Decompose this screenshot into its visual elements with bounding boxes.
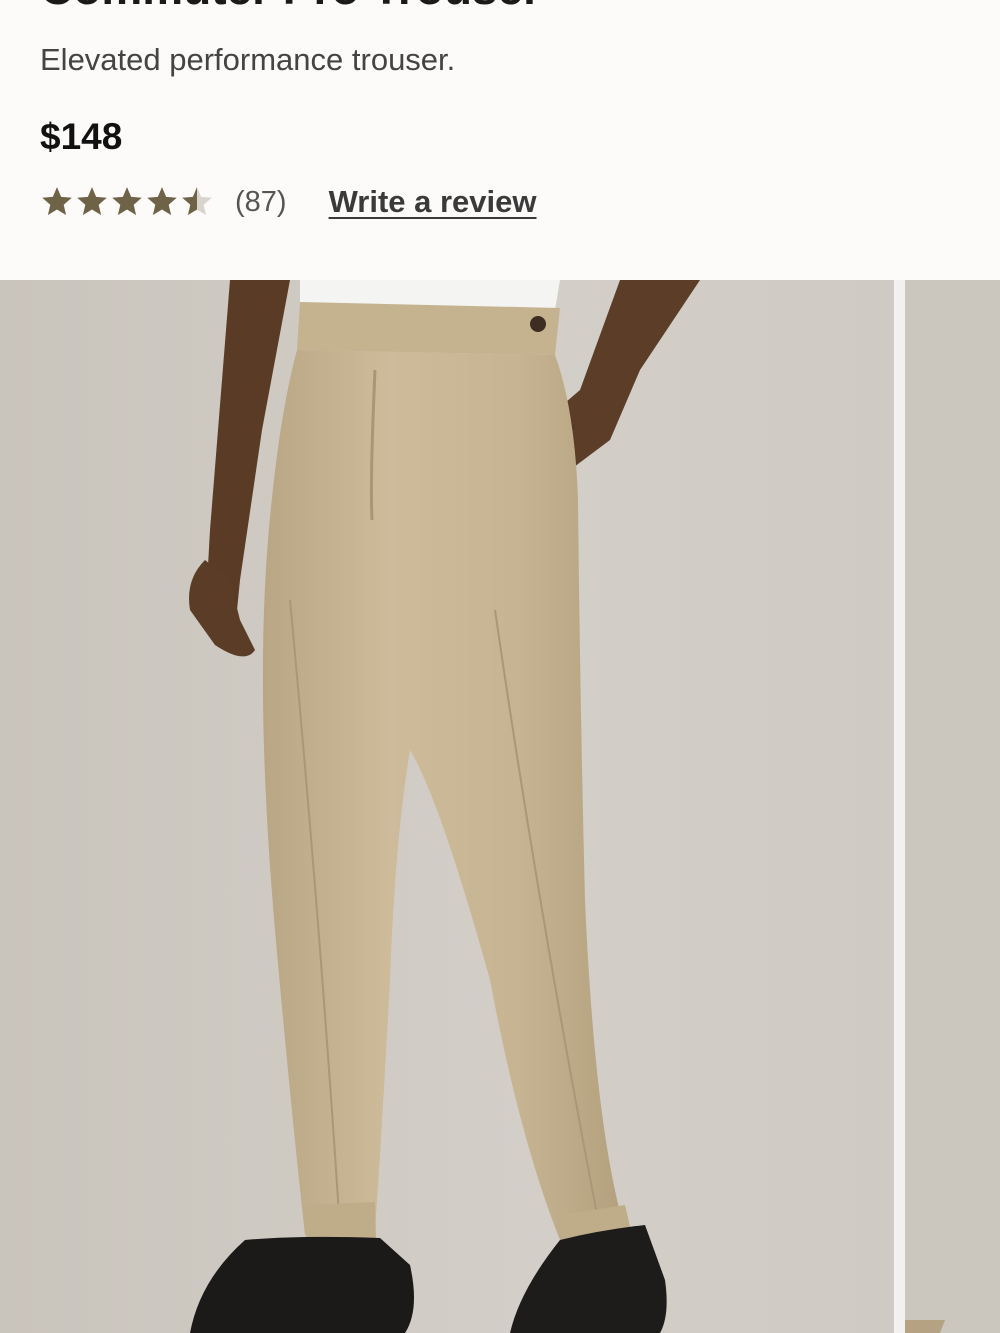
star-icon	[182, 187, 212, 216]
product-title: Commuter Pro Trouser	[40, 0, 541, 8]
review-count[interactable]: (87)	[235, 186, 287, 219]
trouser-photo	[0, 280, 894, 1333]
star-icon	[147, 187, 177, 216]
rating-row: (87) Write a review	[40, 180, 537, 224]
rating-stars[interactable]	[40, 185, 215, 219]
product-image-next[interactable]	[905, 280, 1000, 1333]
product-price: $148	[40, 116, 123, 157]
star-icon	[112, 187, 142, 216]
product-header: Commuter Pro Trouser Elevated performanc…	[0, 0, 1000, 280]
write-review-link[interactable]: Write a review	[329, 184, 537, 220]
product-image-main[interactable]	[0, 280, 894, 1333]
star-icon	[42, 187, 72, 216]
product-subtitle: Elevated performance trouser.	[40, 42, 456, 77]
star-icon	[77, 187, 107, 216]
trouser-photo-next	[905, 280, 1000, 1333]
product-image-gallery[interactable]	[0, 280, 1000, 1333]
